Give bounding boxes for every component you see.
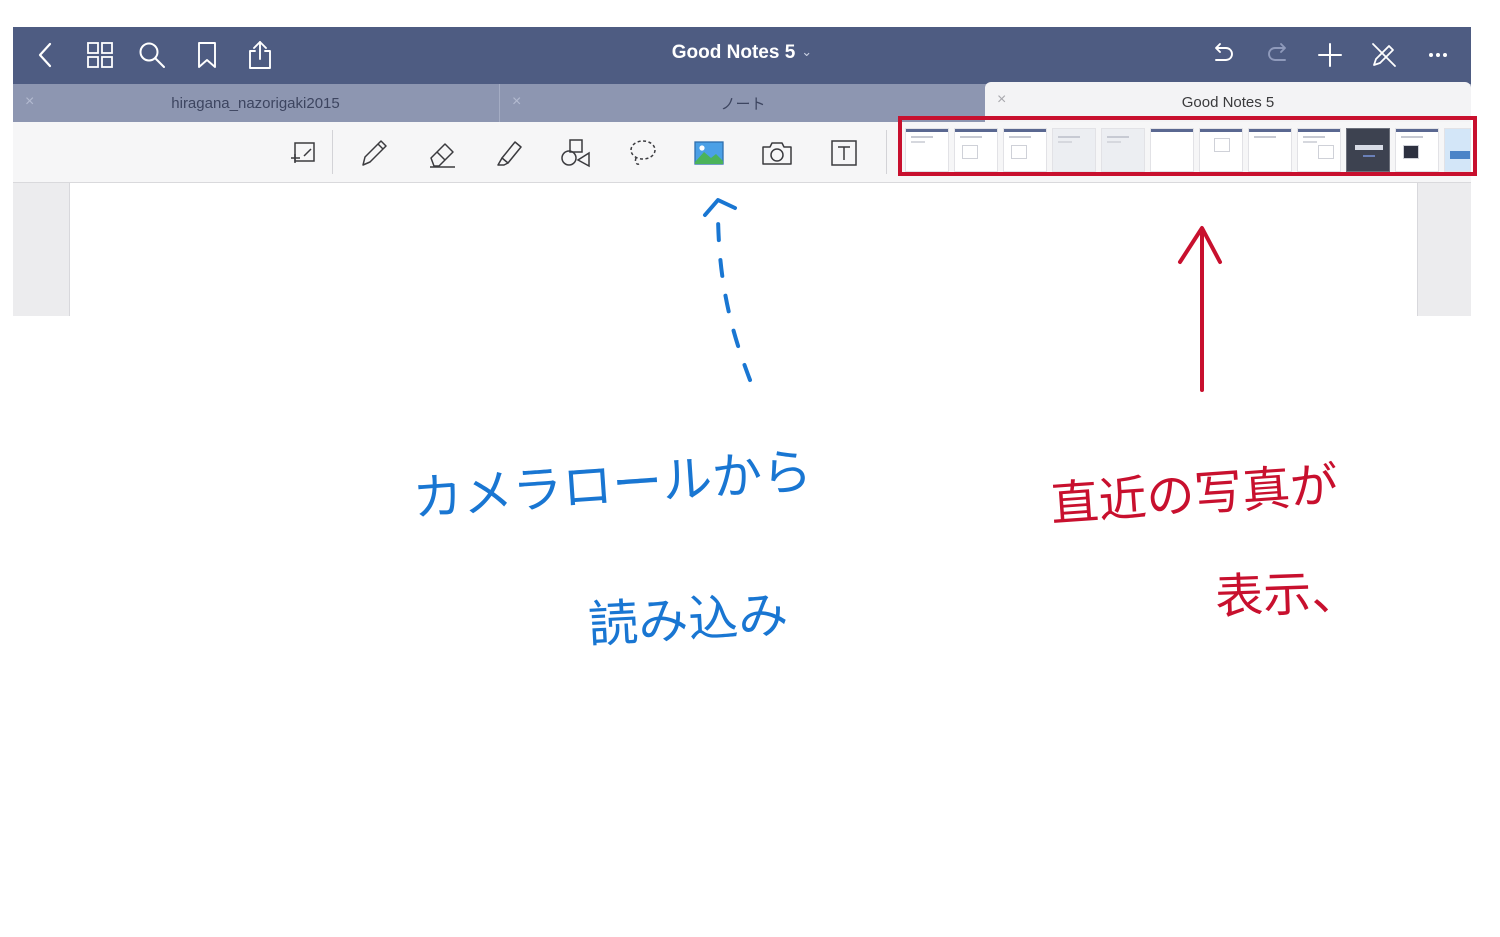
toggle-tools-button[interactable] [1364,35,1404,75]
tab-label: Good Notes 5 [1181,93,1275,111]
redo-button[interactable] [1258,35,1298,75]
lasso-tool[interactable] [624,134,662,172]
tab-hiragana[interactable]: × hiragana_nazorigaki2015 [13,84,498,122]
more-button[interactable] [1418,35,1458,75]
shape-tool[interactable] [556,134,594,172]
eraser-tool[interactable] [423,134,461,172]
undo-icon [1215,43,1233,61]
tab-label: ノート [720,95,766,113]
toolbar-divider [332,130,333,174]
pen-off-icon [1372,43,1396,67]
eraser-icon [430,143,455,168]
recent-photos-highlight-box [898,116,1477,176]
close-icon[interactable]: × [512,93,521,111]
top-navigation-bar: Good Notes 5 ⌄ [13,27,1471,84]
highlighter-icon [497,141,522,166]
tab-label: hiragana_nazorigaki2015 [171,94,340,112]
annotation-import: 読み込み [586,585,790,655]
zoom-window-icon [291,142,315,163]
add-page-button[interactable] [1310,35,1350,75]
redo-icon [1268,43,1286,61]
note-page[interactable] [69,183,1418,316]
annotation-camera-roll: カメラロールから [410,442,814,528]
note-canvas [13,183,1471,316]
more-icon [1429,53,1447,57]
toolbar-divider [886,130,887,174]
text-box-icon [831,140,857,166]
text-tool[interactable] [825,134,863,172]
close-icon[interactable]: × [25,93,34,111]
undo-button[interactable] [1203,35,1243,75]
document-title[interactable]: Good Notes 5 ⌄ [13,42,1471,64]
close-icon[interactable]: × [997,91,1006,109]
annotation-recent-photos: 直近の写真が [1048,457,1340,533]
annotation-displayed: 表示、 [1214,564,1361,626]
chevron-down-icon: ⌄ [801,44,813,59]
document-title-text: Good Notes 5 [671,42,796,63]
image-icon [694,141,724,165]
zoom-window-button[interactable] [284,134,322,172]
camera-tool[interactable] [758,134,796,172]
highlighter-tool[interactable] [490,134,528,172]
camera-icon [762,142,792,165]
pen-tool[interactable] [355,134,393,172]
image-tool[interactable] [690,134,728,172]
plus-icon [1318,43,1342,67]
shapes-icon [561,139,590,168]
pen-icon [362,140,387,166]
lasso-icon [630,140,656,165]
